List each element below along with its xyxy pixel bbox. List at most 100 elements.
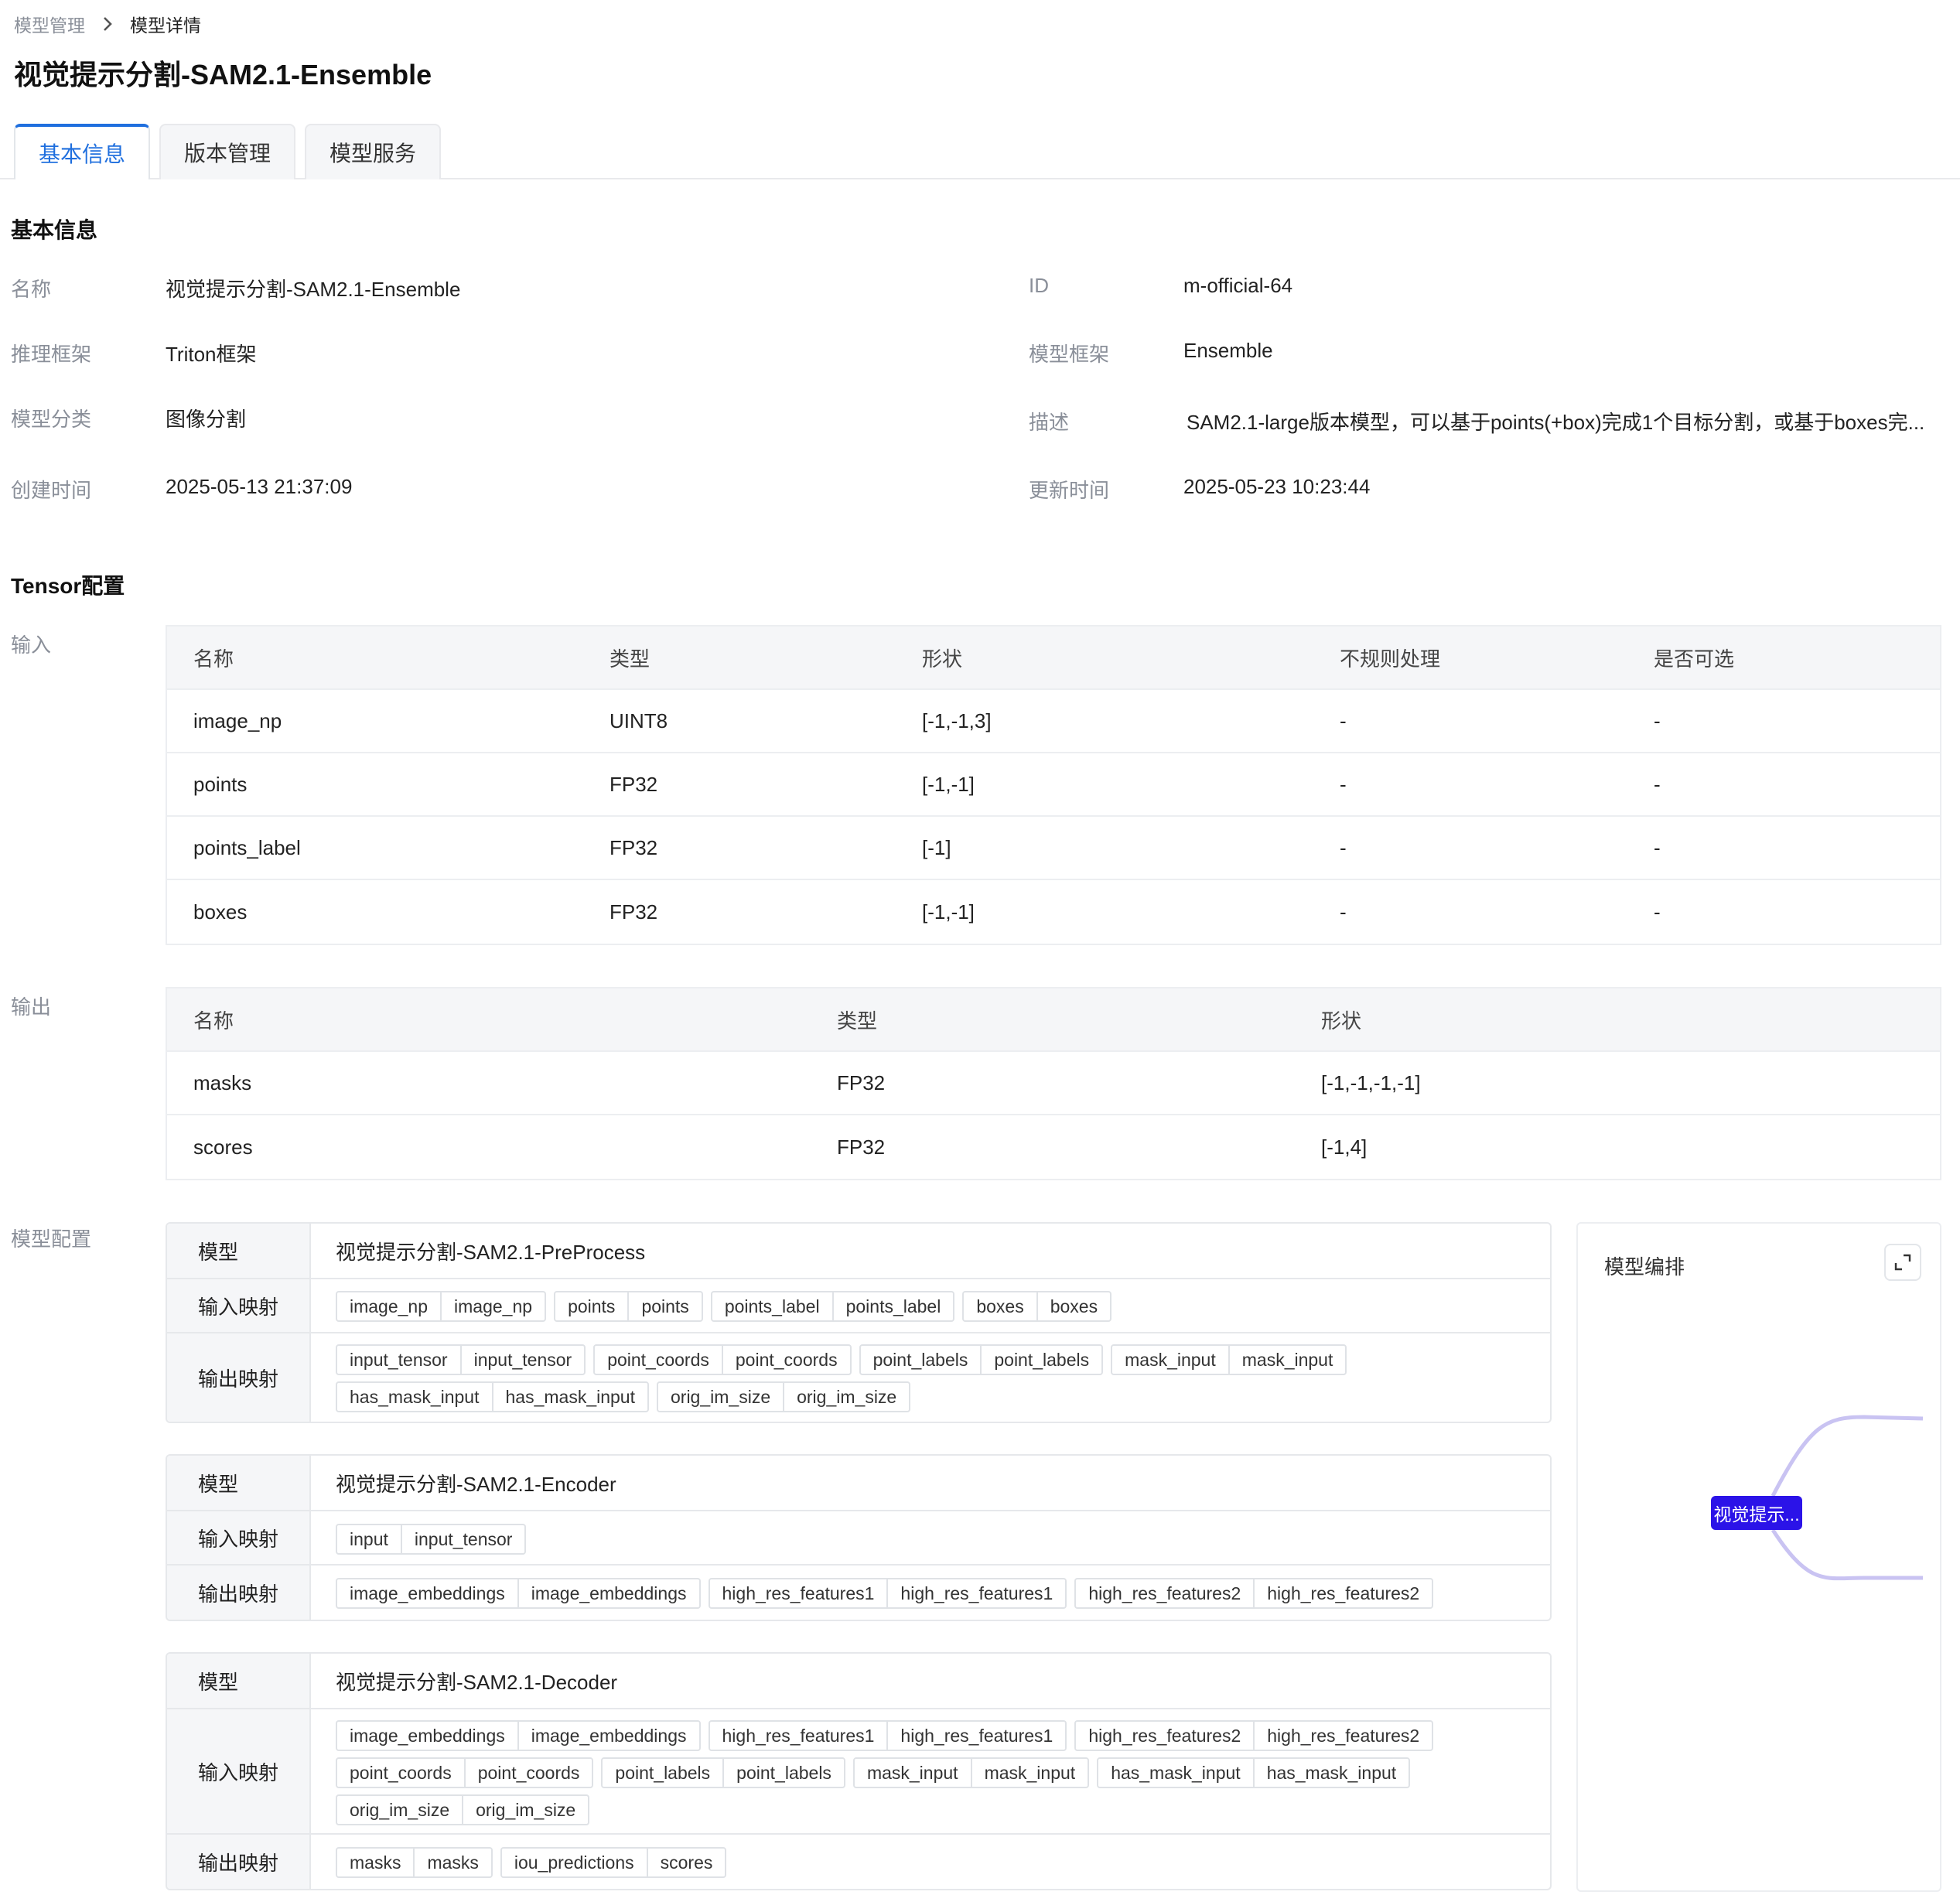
inference-framework-label: 推理框架 bbox=[11, 343, 92, 366]
output-mapping-row: 输出映射 masks masks iou_predictions scores bbox=[167, 1835, 1550, 1889]
table-row: points_label FP32 [-1] - - bbox=[167, 817, 1940, 880]
mapping-pair: image_embeddings image_embeddings bbox=[336, 1720, 701, 1751]
tab-basic-info[interactable]: 基本信息 bbox=[14, 124, 150, 179]
cell-optional: - bbox=[1654, 900, 1661, 924]
mapping-to: point_labels bbox=[722, 1759, 844, 1787]
mapping-to: image_embeddings bbox=[517, 1722, 699, 1750]
mapping-pair: points points bbox=[554, 1291, 703, 1322]
input-mapping-row: 输入映射 image_np image_np points points point… bbox=[167, 1279, 1550, 1333]
cell-optional: - bbox=[1654, 708, 1661, 732]
model-detail-page: 模型管理 模型详情 视觉提示分割-SAM2.1-Ensemble 基本信息 版本… bbox=[0, 0, 1960, 1895]
input-mapping-values: image_np image_np points points points_lab… bbox=[311, 1279, 1550, 1332]
tab-model-service[interactable]: 模型服务 bbox=[305, 124, 441, 179]
mapping-list: input_tensor input_tensor point_coords poi… bbox=[336, 1344, 1525, 1412]
mapping-pair: point_labels point_labels bbox=[601, 1757, 845, 1788]
model-config-label: 模型配置 bbox=[11, 1227, 92, 1251]
mapping-pair: image_embeddings image_embeddings bbox=[336, 1578, 701, 1609]
input-mapping-key: 输入映射 bbox=[167, 1709, 311, 1833]
model-config-block-preprocess: 模型 视觉提示分割-SAM2.1-PreProcess 输入映射 image_n… bbox=[166, 1222, 1552, 1423]
mapping-to: high_res_features1 bbox=[886, 1722, 1065, 1750]
model-framework-label: 模型框架 bbox=[1029, 343, 1110, 366]
input-mapping-key: 输入映射 bbox=[167, 1511, 311, 1564]
output-mapping-key: 输出映射 bbox=[167, 1333, 311, 1422]
table-row: image_np UINT8 [-1,-1,3] - - bbox=[167, 690, 1940, 753]
mapping-to: image_embeddings bbox=[517, 1579, 699, 1607]
mapping-pair: point_coords point_coords bbox=[336, 1757, 594, 1788]
model-name: 视觉提示分割-SAM2.1-PreProcess bbox=[336, 1240, 646, 1264]
flow-node-ensemble[interactable]: 视觉提示... bbox=[1711, 1496, 1802, 1530]
breadcrumb: 模型管理 模型详情 bbox=[14, 11, 201, 37]
header-ragged: 不规则处理 bbox=[1340, 647, 1441, 671]
input-mapping-values: input input_tensor bbox=[311, 1511, 1550, 1564]
output-label: 输出 bbox=[11, 995, 52, 1019]
cell-shape: [-1] bbox=[922, 835, 951, 859]
cell-shape: [-1,-1] bbox=[922, 772, 975, 796]
input-mapping-row: 输入映射 image_embeddings image_embeddings hi… bbox=[167, 1709, 1550, 1835]
mapping-from: orig_im_size bbox=[350, 1799, 450, 1820]
mapping-to: high_res_features1 bbox=[886, 1579, 1065, 1607]
model-name: 视觉提示分割-SAM2.1-Encoder bbox=[336, 1472, 616, 1496]
mapping-to: mask_input bbox=[1228, 1346, 1346, 1374]
input-label: 输入 bbox=[11, 633, 52, 657]
mapping-from: image_embeddings bbox=[350, 1583, 505, 1603]
model-key: 模型 bbox=[167, 1224, 311, 1278]
cell-name: masks bbox=[193, 1070, 252, 1094]
mapping-pair: high_res_features1 high_res_features1 bbox=[708, 1720, 1067, 1751]
basic-info-title: 基本信息 bbox=[11, 218, 98, 242]
cell-type: UINT8 bbox=[610, 708, 668, 732]
cell-ragged: - bbox=[1340, 772, 1347, 796]
header-shape: 形状 bbox=[922, 647, 963, 671]
mapping-from: high_res_features2 bbox=[1088, 1583, 1241, 1603]
description-value: SAM2.1-large版本模型，可以基于points(+box)完成1个目标分… bbox=[1187, 411, 1925, 434]
mapping-from: mask_input bbox=[1125, 1349, 1216, 1370]
mapping-to: has_mask_input bbox=[1252, 1759, 1409, 1787]
description-label: 描述 bbox=[1029, 411, 1070, 434]
mapping-to: orig_im_size bbox=[462, 1796, 588, 1824]
cell-name: image_np bbox=[193, 708, 282, 732]
cell-name: points_label bbox=[193, 835, 301, 859]
mapping-from: point_coords bbox=[350, 1762, 452, 1783]
mapping-from: input bbox=[350, 1528, 388, 1549]
cell-type: FP32 bbox=[610, 772, 658, 796]
cell-ragged: - bbox=[1340, 835, 1347, 859]
model-orchestration-panel: 模型编排 视觉提示... bbox=[1576, 1222, 1941, 1892]
mapping-to: points bbox=[627, 1292, 701, 1320]
mapping-pair: orig_im_size orig_im_size bbox=[336, 1794, 590, 1825]
cell-optional: - bbox=[1654, 772, 1661, 796]
mapping-from: point_coords bbox=[607, 1349, 709, 1370]
mapping-pair: masks masks bbox=[336, 1847, 493, 1878]
output-mapping-values: input_tensor input_tensor point_coords poi… bbox=[311, 1333, 1550, 1422]
mapping-pair: point_labels point_labels bbox=[859, 1344, 1104, 1375]
mapping-to: high_res_features2 bbox=[1253, 1722, 1432, 1750]
mapping-list: masks masks iou_predictions scores bbox=[336, 1847, 727, 1878]
mapping-from: iou_predictions bbox=[514, 1852, 634, 1873]
mapping-pair: points_label points_label bbox=[710, 1291, 955, 1322]
cell-type: FP32 bbox=[837, 1070, 886, 1094]
mapping-pair: input input_tensor bbox=[336, 1524, 527, 1555]
page-title: 视觉提示分割-SAM2.1-Ensemble bbox=[14, 59, 432, 90]
inference-framework-value: Triton框架 bbox=[166, 343, 257, 366]
mapping-pair: high_res_features2 high_res_features2 bbox=[1074, 1720, 1434, 1751]
breadcrumb-current: 模型详情 bbox=[130, 15, 201, 36]
breadcrumb-model-management[interactable]: 模型管理 bbox=[14, 11, 85, 37]
header-name: 名称 bbox=[193, 647, 234, 671]
cell-shape: [-1,-1] bbox=[922, 900, 975, 924]
model-name: 视觉提示分割-SAM2.1-Decoder bbox=[336, 1670, 618, 1694]
header-type: 类型 bbox=[837, 1009, 878, 1033]
id-label: ID bbox=[1029, 274, 1049, 297]
model-category-label: 模型分类 bbox=[11, 408, 92, 431]
mapping-from: high_res_features1 bbox=[722, 1583, 875, 1603]
cell-shape: [-1,-1,3] bbox=[922, 708, 992, 732]
orchestration-canvas[interactable] bbox=[1578, 1224, 1943, 1893]
mapping-to: input_tensor bbox=[400, 1525, 525, 1553]
id-value: m-official-64 bbox=[1183, 274, 1293, 297]
flow-edge bbox=[1770, 1528, 1923, 1581]
mapping-from: points_label bbox=[724, 1296, 820, 1316]
mapping-to: point_coords bbox=[463, 1759, 592, 1787]
tab-version-management[interactable]: 版本管理 bbox=[159, 124, 295, 179]
mapping-to: orig_im_size bbox=[783, 1383, 909, 1411]
mapping-from: point_labels bbox=[615, 1762, 711, 1783]
created-time-label: 创建时间 bbox=[11, 479, 92, 502]
mapping-to: high_res_features2 bbox=[1253, 1579, 1432, 1607]
cell-name: boxes bbox=[193, 900, 248, 924]
